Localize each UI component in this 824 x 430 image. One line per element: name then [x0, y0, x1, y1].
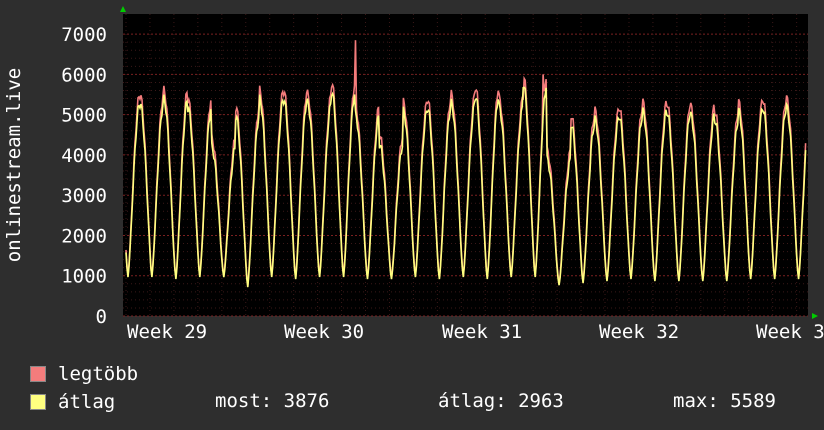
y-tick-label: 5000: [61, 105, 107, 127]
legend-avg-label: átlag: [58, 391, 116, 413]
x-tick-labels: Week 29 Week 30 Week 31 Week 32 Week 3: [127, 321, 824, 343]
legend-max: legtöbb: [30, 363, 138, 385]
legend-avg: átlag: [30, 391, 115, 413]
legend-max-swatch: [30, 366, 46, 382]
y-tick-label: 1000: [61, 266, 107, 288]
y-tick-label: 4000: [61, 145, 107, 167]
y-tick-label: 3000: [61, 185, 107, 207]
y-tick-label: 6000: [61, 64, 107, 86]
plot-area: [123, 14, 808, 316]
y-axis-label: onlinestream.live: [3, 68, 25, 262]
legend-avg-swatch: [30, 394, 46, 410]
y-axis-arrow: [120, 6, 126, 12]
legend-max-label: legtöbb: [58, 363, 139, 385]
x-axis-arrow: [812, 313, 818, 319]
x-tick-label: Week 32: [599, 321, 679, 343]
y-tick-label: 7000: [61, 24, 107, 46]
x-tick-label: Week 3: [756, 321, 824, 343]
x-tick-label: Week 29: [127, 321, 207, 343]
x-tick-label: Week 30: [284, 321, 364, 343]
stat-atlag: átlag: 2963: [438, 390, 564, 412]
stat-most: most: 3876: [215, 390, 330, 412]
y-tick-labels: 0 1000 2000 3000 4000 5000 6000 7000: [61, 24, 107, 328]
y-tick-label: 0: [96, 306, 107, 328]
y-tick-label: 2000: [61, 225, 107, 247]
x-tick-label: Week 31: [442, 321, 522, 343]
chart: 01000200030004000500060007000 Week 29 Wee…: [3, 6, 824, 343]
stat-max: max: 5589: [673, 390, 776, 412]
